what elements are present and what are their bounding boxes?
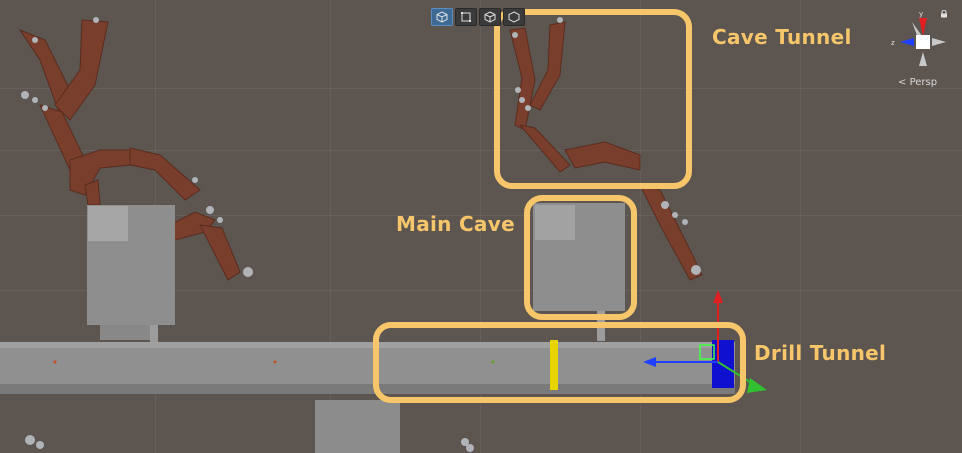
rect-tool-button[interactable]: [455, 8, 477, 26]
cube-icon: [484, 11, 496, 23]
gizmo-y-label: y: [919, 10, 923, 18]
box-select-tool-button[interactable]: [431, 8, 453, 26]
gizmo-z-label: z: [891, 39, 895, 47]
cube-icon: [508, 11, 520, 23]
main-cave-label: Main Cave: [396, 212, 515, 236]
drill-tunnel-label: Drill Tunnel: [754, 341, 887, 365]
scene-viewport[interactable]: Cave Tunnel Main Cave Drill Tunnel y z <…: [0, 0, 962, 453]
orientation-gizmo-graphic: y z: [891, 10, 946, 66]
cave-tunnel-label: Cave Tunnel: [712, 25, 852, 49]
rect-tool-icon: [461, 12, 471, 22]
scene-tool-bar: [431, 8, 525, 26]
cave-tunnel-callout: [494, 9, 692, 189]
main-cave-callout: [524, 195, 637, 320]
projection-text: Persp: [909, 77, 938, 88]
orientation-gizmo[interactable]: y z: [888, 8, 958, 88]
projection-label[interactable]: < Persp: [898, 77, 937, 88]
box-select-icon: [436, 11, 448, 23]
cube-tool-button[interactable]: [479, 8, 501, 26]
cube-tool-button-2[interactable]: [503, 8, 525, 26]
drill-tunnel-callout: [373, 322, 746, 403]
